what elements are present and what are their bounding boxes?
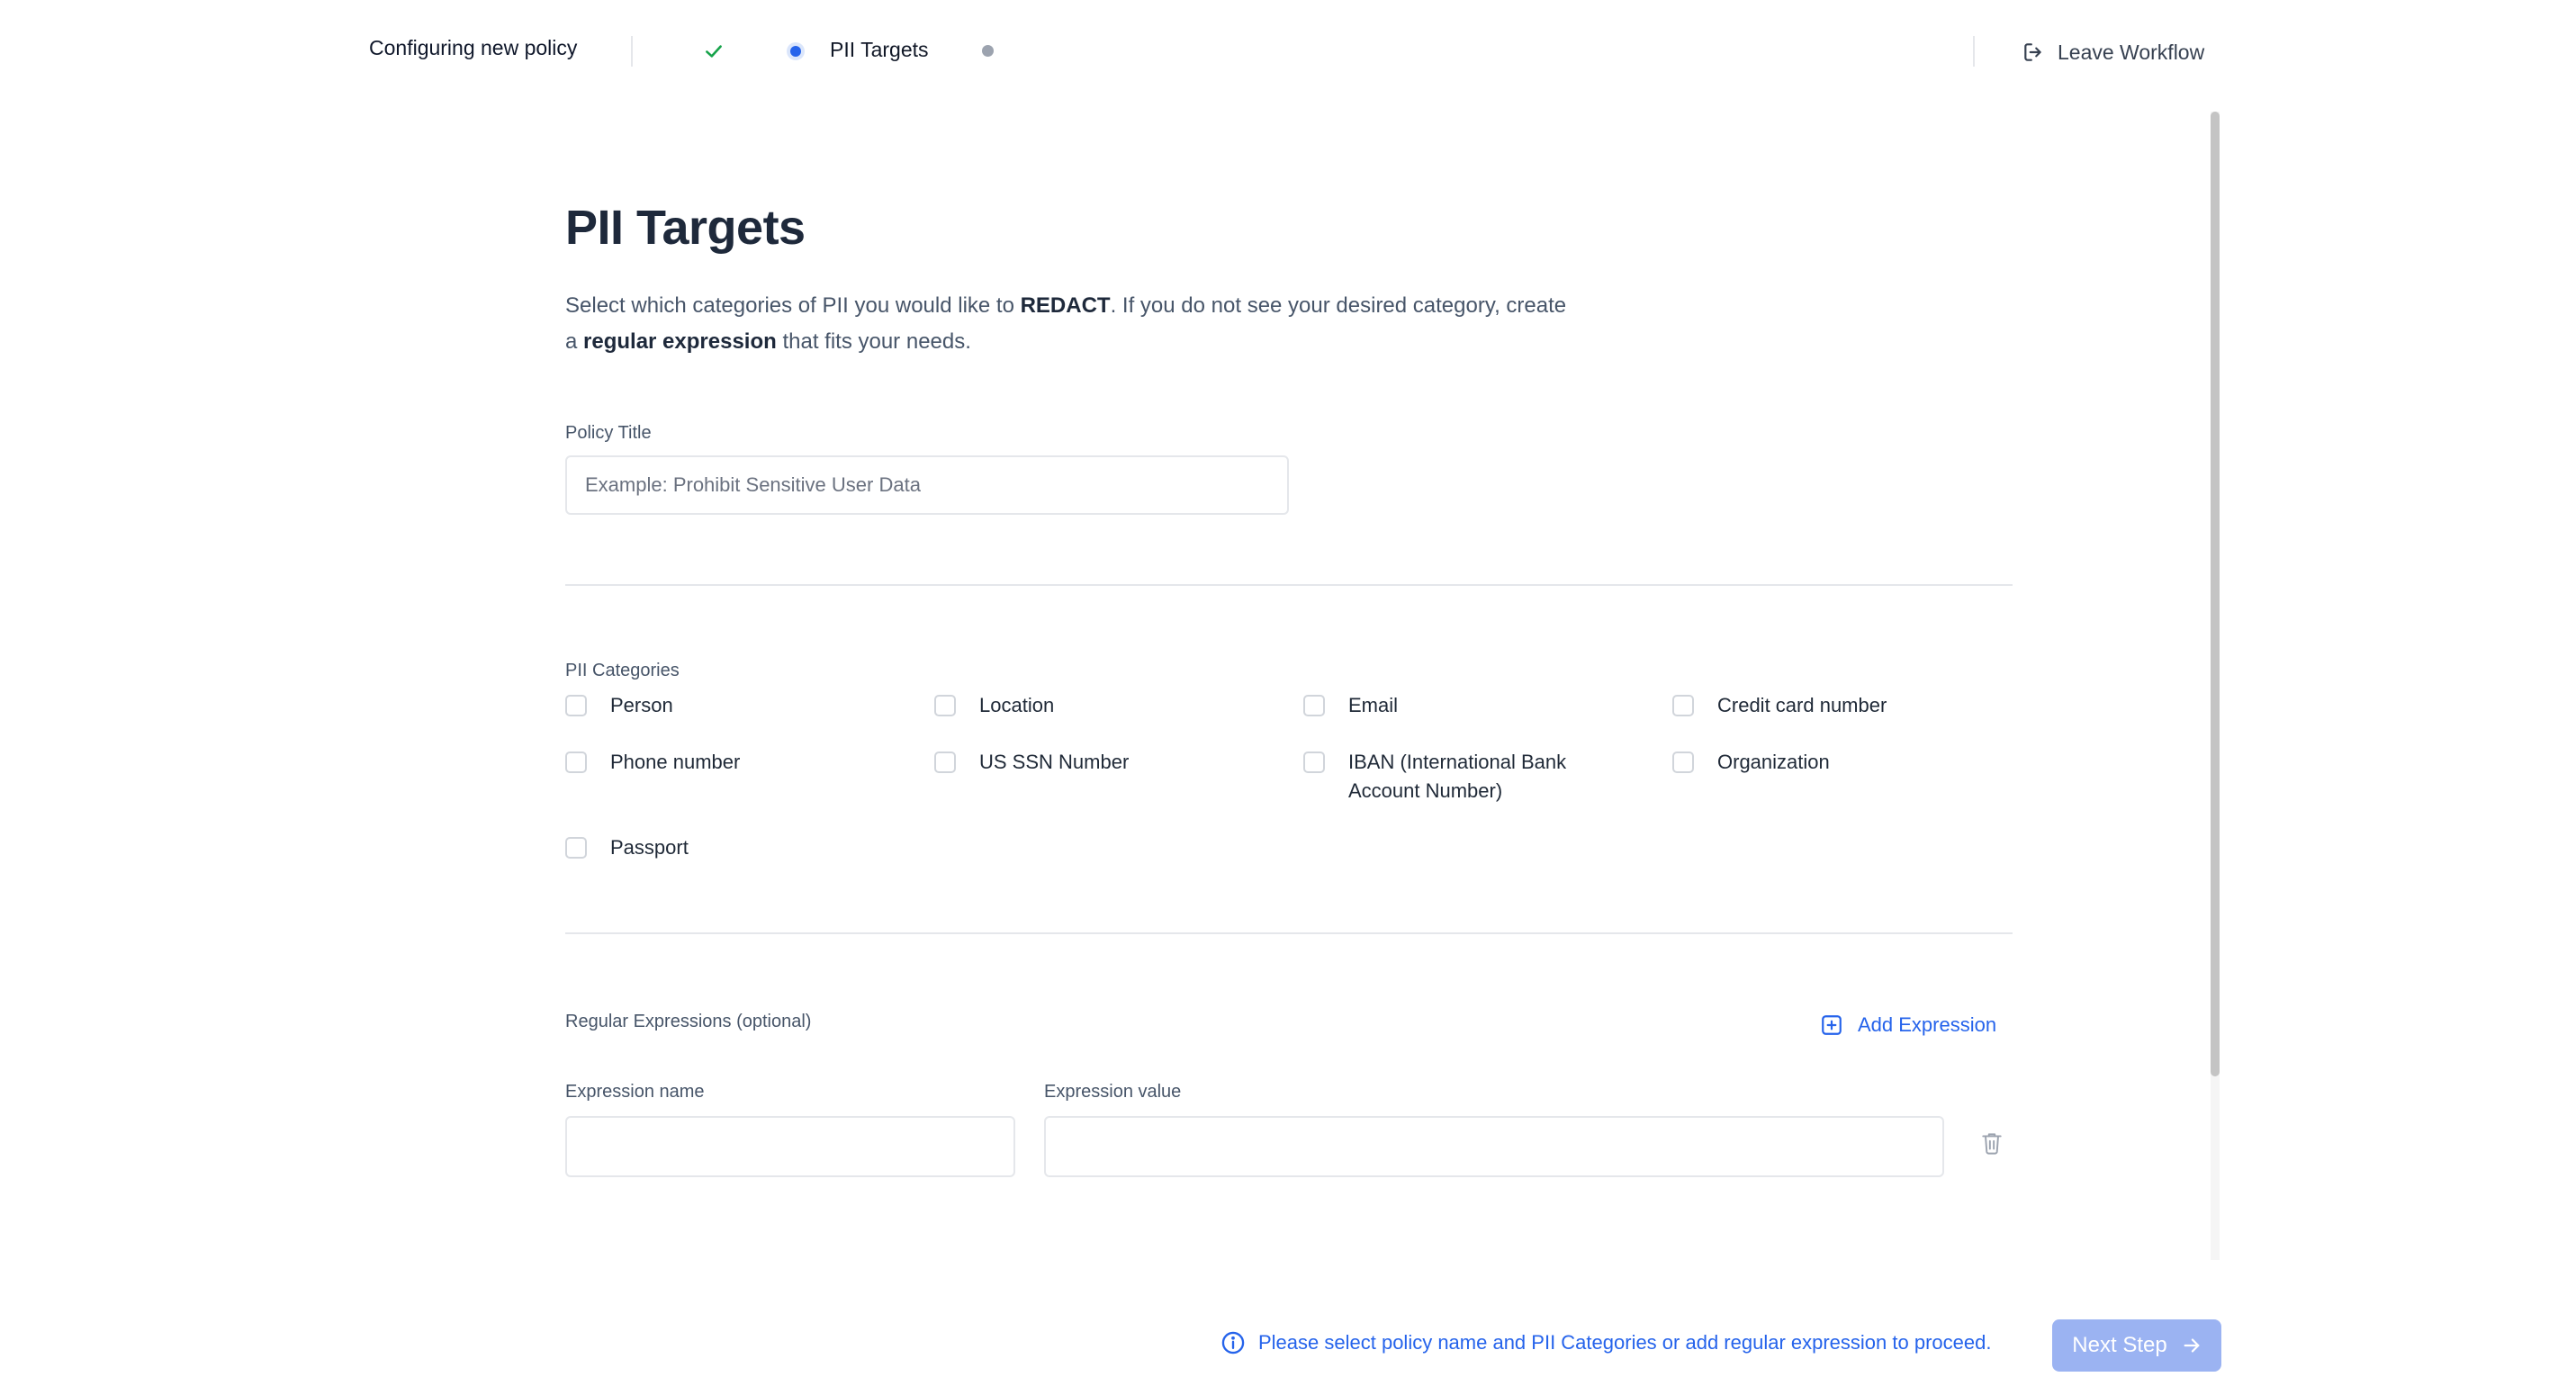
pii-categories-label: PII Categories (565, 661, 680, 680)
current-step-label: PII Targets (830, 38, 929, 61)
category-organization[interactable]: Organization (1672, 751, 2023, 777)
workflow-title: Configuring new policy (369, 36, 578, 59)
category-us-ssn-number[interactable]: US SSN Number (934, 751, 1285, 777)
leave-workflow-button[interactable]: Leave Workflow (2022, 32, 2204, 72)
check-icon (706, 45, 722, 58)
category-label: Phone number (610, 751, 741, 773)
category-location[interactable]: Location (934, 694, 1285, 720)
validation-notice-text: Please select policy name and PII Catego… (1258, 1331, 1992, 1354)
regex-section-label: Regular Expressions (optional) (565, 1012, 812, 1031)
category-checkbox[interactable] (1672, 695, 1694, 716)
info-circle-icon (1221, 1331, 1245, 1354)
expression-value-input[interactable] (1044, 1116, 1944, 1177)
leave-workflow-label: Leave Workflow (2058, 40, 2205, 64)
category-checkbox[interactable] (934, 695, 956, 716)
category-passport[interactable]: Passport (565, 836, 916, 862)
category-checkbox[interactable] (1303, 752, 1325, 773)
section-divider (565, 584, 2013, 586)
description-emphasis-regex: regular expression (583, 329, 777, 354)
description-text: Select which categories of PII you would… (565, 293, 1021, 318)
current-step-indicator (787, 42, 805, 60)
next-step-indicator (982, 45, 994, 57)
category-label: Credit card number (1717, 694, 1887, 716)
category-checkbox[interactable] (565, 752, 587, 773)
expression-name-label: Expression name (565, 1082, 705, 1102)
category-checkbox[interactable] (1672, 752, 1694, 773)
arrow-right-icon (2184, 1338, 2200, 1353)
category-person[interactable]: Person (565, 694, 916, 720)
expression-value-label: Expression value (1044, 1082, 1182, 1102)
policy-title-label: Policy Title (565, 423, 652, 443)
scrollbar-thumb[interactable] (2211, 112, 2220, 1076)
next-step-button[interactable]: Next Step (2052, 1319, 2221, 1372)
category-email[interactable]: Email (1303, 694, 1654, 720)
header-divider (631, 36, 633, 67)
workflow-header: Configuring new policy PII Targets Leave… (0, 0, 2576, 104)
section-divider (565, 932, 2013, 934)
add-expression-button[interactable]: Add Expression (1820, 1013, 1996, 1037)
scrollbar-track[interactable] (2211, 112, 2220, 1260)
trash-icon[interactable] (1980, 1130, 2004, 1156)
validation-notice: Please select policy name and PII Catego… (1220, 1330, 1991, 1355)
page-title: PII Targets (565, 201, 806, 255)
category-phone-number[interactable]: Phone number (565, 751, 916, 777)
category-credit-card-number[interactable]: Credit card number (1672, 694, 2023, 720)
category-label: US SSN Number (979, 751, 1130, 773)
category-label: Organization (1717, 751, 1830, 773)
add-expression-label: Add Expression (1858, 1013, 1997, 1036)
category-checkbox[interactable] (565, 695, 587, 716)
next-step-label: Next Step (2072, 1333, 2167, 1357)
category-label: Email (1348, 694, 1399, 716)
category-label: Location (979, 694, 1055, 716)
logout-icon (2024, 43, 2041, 61)
description-text: that fits your needs. (776, 329, 971, 354)
description-emphasis-redact: REDACT (1020, 293, 1111, 318)
plus-square-icon (1822, 1015, 1842, 1035)
header-divider-right (1973, 36, 1975, 67)
page-description: Select which categories of PII you would… (565, 288, 1573, 360)
category-checkbox[interactable] (565, 837, 587, 859)
category-iban[interactable]: IBAN (International Bank Account Number) (1303, 751, 1618, 806)
category-label: IBAN (International Bank Account Number) (1348, 751, 1567, 802)
policy-title-input[interactable] (565, 455, 1289, 515)
category-checkbox[interactable] (934, 752, 956, 773)
category-checkbox[interactable] (1303, 695, 1325, 716)
category-label: Person (610, 694, 673, 716)
category-label: Passport (610, 836, 689, 859)
expression-name-input[interactable] (565, 1116, 1015, 1177)
